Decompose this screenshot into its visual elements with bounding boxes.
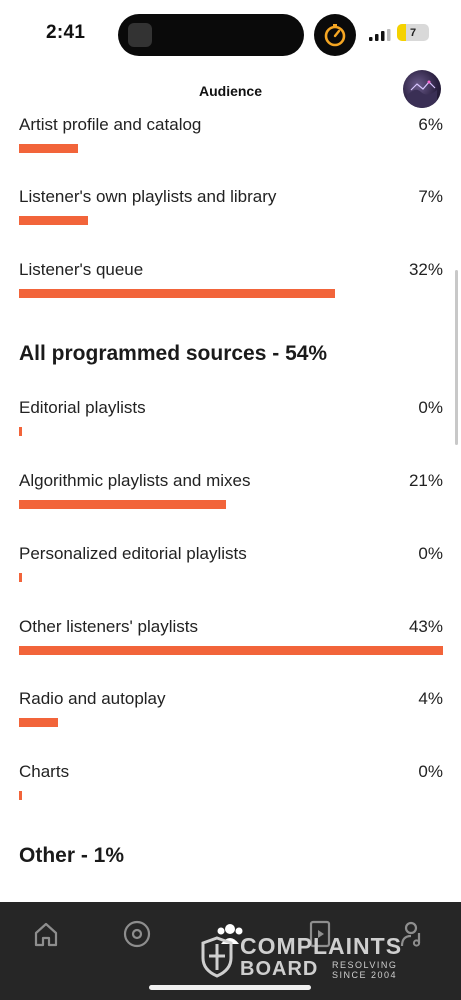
source-percent: 0%: [418, 762, 443, 781]
watermark-line1: COMPLAINTS: [240, 933, 403, 959]
watermark-tagline: RESOLVING SINCE 2004: [332, 960, 397, 980]
shield-icon: [201, 936, 233, 978]
source-label: Listener's queue: [19, 260, 144, 279]
list-item: Listener's own playlists and library 7%: [19, 187, 443, 237]
section-title-other: Other - 1%: [19, 844, 125, 867]
watermark-tag2: SINCE 2004: [332, 970, 398, 980]
live-activity-icon: [128, 23, 152, 47]
home-indicator[interactable]: [149, 985, 311, 990]
source-percent: 21%: [408, 471, 443, 490]
home-icon: [34, 922, 58, 947]
watermark-line2: BOARD: [240, 958, 319, 980]
stopwatch-icon: [314, 14, 356, 56]
source-percent: 4%: [418, 689, 443, 708]
list-item: Artist profile and catalog 6%: [19, 115, 443, 165]
complaints-board-watermark: COMPLAINTS BOARD RESOLVING SINCE 2004: [200, 932, 415, 982]
source-percent: 32%: [408, 260, 443, 279]
source-bar: [19, 427, 22, 436]
source-percent: 6%: [418, 115, 443, 134]
source-label: Artist profile and catalog: [19, 115, 202, 134]
source-label: Personalized editorial playlists: [19, 544, 247, 563]
source-label: Editorial playlists: [19, 398, 146, 417]
source-label: Radio and autoplay: [19, 689, 166, 708]
source-percent: 0%: [418, 398, 443, 417]
list-item: Algorithmic playlists and mixes 21%: [19, 471, 443, 521]
source-percent: 7%: [418, 187, 443, 206]
section-title-programmed: All programmed sources - 54%: [19, 342, 328, 365]
battery-level: [397, 24, 406, 41]
battery-percent: 7: [409, 26, 417, 39]
music-disc-icon: [123, 920, 151, 948]
nav-home-button[interactable]: [24, 914, 68, 954]
list-item: Other listeners' playlists 43%: [19, 617, 443, 667]
source-bar: [19, 791, 22, 800]
source-bar: [19, 718, 58, 727]
avatar[interactable]: [403, 70, 441, 108]
list-item: Listener's queue 32%: [19, 260, 443, 310]
scrollbar[interactable]: [455, 270, 458, 445]
source-percent: 43%: [408, 617, 443, 636]
status-bar: 2:41 7: [0, 0, 461, 70]
source-label: Other listeners' playlists: [19, 617, 198, 636]
watermark-tag1: RESOLVING: [332, 960, 398, 970]
source-bar: [19, 646, 443, 655]
source-label: Algorithmic playlists and mixes: [19, 471, 251, 490]
source-bar: [19, 573, 22, 582]
source-bar: [19, 500, 226, 509]
list-item: Editorial playlists 0%: [19, 398, 443, 448]
nav-music-button[interactable]: [115, 914, 159, 954]
cellular-signal-icon: [369, 29, 391, 41]
list-item: Personalized editorial playlists 0%: [19, 544, 443, 594]
list-item: Radio and autoplay 4%: [19, 689, 443, 739]
source-label: Listener's own playlists and library: [19, 187, 277, 206]
list-item: Charts 0%: [19, 762, 443, 812]
source-bar: [19, 289, 335, 298]
source-percent: 0%: [418, 544, 443, 563]
source-bar: [19, 144, 78, 153]
source-label: Charts: [19, 762, 70, 781]
dynamic-island: [118, 14, 304, 56]
page-title: Audience: [198, 83, 262, 99]
source-bar: [19, 216, 88, 225]
battery-icon: 7: [397, 24, 429, 41]
status-time: 2:41: [46, 22, 86, 43]
